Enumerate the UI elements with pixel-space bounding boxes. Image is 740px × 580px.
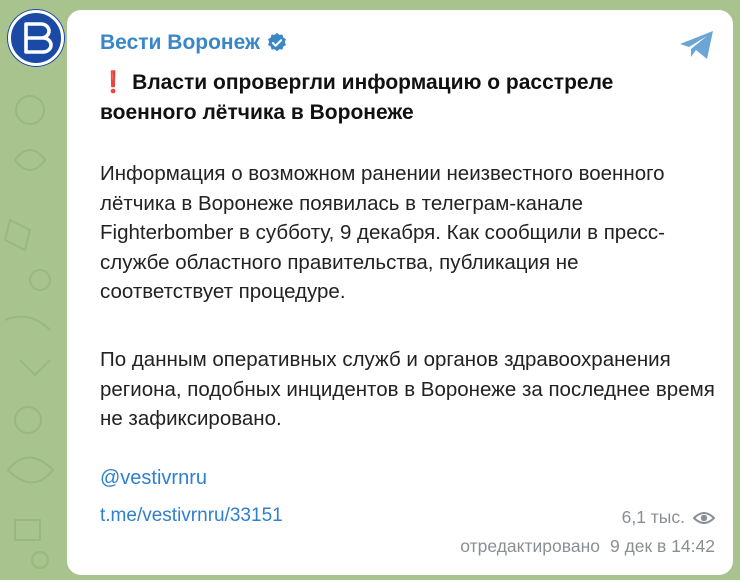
eye-icon (693, 511, 715, 524)
verified-badge-icon (267, 32, 286, 52)
channel-avatar[interactable] (8, 10, 64, 66)
channel-header: Вести Воронеж (100, 28, 288, 58)
edited-label: отредактировано (460, 536, 600, 556)
post-paragraph-2: По данным оперативных служб и органов зд… (100, 348, 715, 430)
channel-name[interactable]: Вести Воронеж (100, 31, 260, 55)
views-count: 6,1 тыс. (621, 507, 685, 527)
channel-mention-link[interactable]: @vestivrnru (100, 467, 207, 490)
post-permalink[interactable]: t.me/vestivrnru/33151 (100, 505, 283, 527)
chat-background: Вести Воронеж ❗ Власти опровергли информа… (0, 0, 740, 580)
exclamation-icon: ❗ (100, 71, 127, 94)
telegram-share-icon[interactable] (677, 28, 717, 62)
message-bubble: Вести Воронеж ❗ Власти опровергли информа… (67, 10, 733, 575)
post-paragraph-1: Информация о возможном ранении неизвестн… (100, 162, 665, 303)
post-headline: ❗ Власти опровергли информацию о расстрел… (100, 68, 710, 128)
vesti-logo-icon (24, 22, 53, 54)
headline-text: Власти опровергли информацию о расстреле… (100, 71, 614, 124)
message-meta: отредактировано 9 дек в 14:42 (460, 536, 715, 557)
message-timestamp: 9 дек в 14:42 (609, 536, 715, 556)
view-counter: 6,1 тыс. (622, 507, 715, 528)
